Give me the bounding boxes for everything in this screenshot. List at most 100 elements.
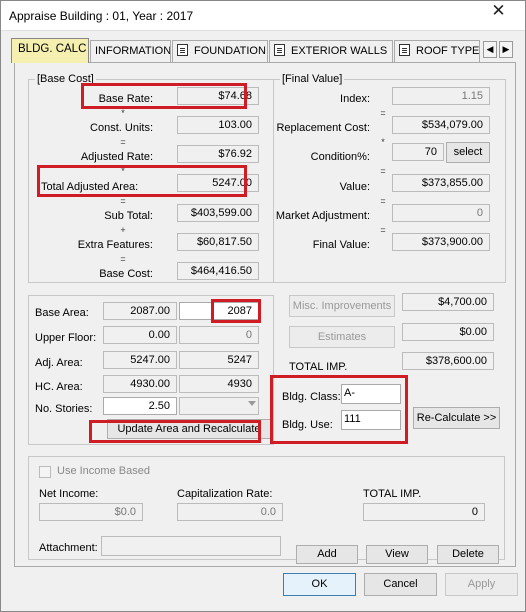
adj-area-label: Adj. Area:	[35, 357, 83, 369]
final-value-group: [Final Value] Index: 1.15 = Replacement …	[273, 73, 506, 283]
appraise-building-dialog: Appraise Building : 01, Year : 2017 ✕ BL…	[0, 0, 526, 612]
market-adjustment-field: 0	[392, 204, 490, 222]
index-field: 1.15	[392, 87, 490, 105]
replacement-cost-label: Replacement Cost:	[276, 122, 370, 134]
net-income-label: Net Income:	[39, 488, 99, 500]
tab-label: FOUNDATION	[194, 45, 266, 57]
update-area-button[interactable]: Update Area and Recalculate	[107, 419, 271, 439]
extra-features-field: $60,817.50	[177, 233, 259, 251]
hc-area-field: 4930.00	[103, 375, 177, 393]
total-imp-value: $378,600.00	[402, 352, 494, 370]
multiply-operator: *	[381, 137, 385, 147]
stories-dropdown[interactable]	[179, 397, 259, 415]
misc-improvements-value: $4,700.00	[402, 293, 494, 311]
hc-area-label: HC. Area:	[35, 381, 83, 393]
close-icon[interactable]: ✕	[477, 2, 520, 22]
bldg-calc-panel: [Base Cost] Base Rate: $74.68 * Const. U…	[14, 62, 516, 567]
tab-foundation[interactable]: FOUNDATION	[172, 40, 268, 62]
base-area-input[interactable]: 2087	[179, 302, 259, 320]
add-button[interactable]: Add	[296, 545, 358, 564]
net-income-field: $0.0	[39, 503, 143, 521]
hc-area-value: 4930	[179, 375, 259, 393]
bldg-use-label: Bldg. Use:	[282, 419, 333, 431]
income-group: Use Income Based Net Income: $0.0 Capita…	[28, 456, 505, 564]
income-total-imp-field: 0	[363, 503, 485, 521]
document-icon	[274, 44, 285, 56]
equals-operator: =	[380, 166, 386, 176]
base-rate-field: $74.68	[177, 87, 259, 105]
multiply-operator: *	[121, 108, 125, 118]
recalculate-button[interactable]: Re-Calculate >>	[413, 407, 500, 429]
base-cost-title: [Base Cost]	[35, 73, 96, 85]
index-label: Index:	[340, 93, 370, 105]
bldg-class-label: Bldg. Class:	[282, 391, 341, 403]
misc-improvements-button[interactable]: Misc. Improvements	[289, 295, 395, 317]
upper-floor-field: 0.00	[103, 326, 177, 344]
adjusted-rate-label: Adjusted Rate:	[80, 151, 153, 163]
total-imp-label: TOTAL IMP.	[289, 361, 348, 373]
final-value-label: Final Value:	[312, 239, 370, 251]
const-units-field: 103.00	[177, 116, 259, 134]
chevron-down-icon	[248, 401, 256, 406]
bldg-use-input[interactable]: 111	[341, 410, 401, 430]
equals-operator: =	[120, 196, 126, 206]
no-stories-input[interactable]: 2.50	[103, 397, 177, 415]
tab-scroll-right-icon[interactable]: ▶	[499, 41, 513, 58]
total-adjusted-area-field: 5247.00	[177, 174, 259, 192]
equals-operator: =	[120, 137, 126, 147]
tab-scroll-left-icon[interactable]: ◀	[483, 41, 497, 58]
final-value-title: [Final Value]	[280, 73, 345, 85]
base-area-field: 2087.00	[103, 302, 177, 320]
title-bar: Appraise Building : 01, Year : 2017 ✕	[1, 1, 525, 31]
adj-area-value: 5247	[179, 351, 259, 369]
bldg-class-input[interactable]: A-	[341, 384, 401, 404]
upper-floor-input[interactable]: 0	[179, 326, 259, 344]
base-cost-group: [Base Cost] Base Rate: $74.68 * Const. U…	[28, 73, 274, 283]
estimates-button[interactable]: Estimates	[289, 326, 395, 348]
replacement-cost-field: $534,079.00	[392, 116, 490, 134]
upper-floor-label: Upper Floor:	[35, 332, 97, 344]
view-button[interactable]: View	[366, 545, 428, 564]
apply-button[interactable]: Apply	[445, 573, 518, 596]
adj-area-field: 5247.00	[103, 351, 177, 369]
attachment-field[interactable]	[101, 536, 281, 556]
base-rate-label: Base Rate:	[98, 93, 153, 105]
delete-button[interactable]: Delete	[437, 545, 499, 564]
multiply-operator: *	[121, 166, 125, 176]
tab-label: INFORMATION	[95, 45, 171, 57]
condition-select-button[interactable]: select	[446, 142, 490, 163]
tab-label: EXTERIOR WALLS	[291, 45, 388, 57]
base-cost-label: Base Cost:	[99, 268, 153, 280]
extra-features-label: Extra Features:	[77, 239, 153, 251]
tab-information[interactable]: INFORMATION	[90, 40, 171, 62]
tab-bldg-calc[interactable]: BLDG. CALC	[11, 38, 89, 63]
tab-exterior-walls[interactable]: EXTERIOR WALLS	[269, 40, 393, 62]
tab-label: BLDG. CALC	[18, 43, 87, 55]
tab-roof-type[interactable]: ROOF TYPE	[394, 40, 480, 62]
tab-label: ROOF TYPE	[416, 45, 480, 57]
sub-total-field: $403,599.00	[177, 204, 259, 222]
cancel-button[interactable]: Cancel	[364, 573, 437, 596]
market-adjustment-label: Market Adjustment:	[275, 210, 370, 222]
tab-strip: BLDG. CALC INFORMATION FOUNDATION EXTERI…	[11, 38, 517, 63]
total-adjusted-area-label: Total Adjusted Area:	[41, 181, 139, 193]
adjusted-rate-field: $76.92	[177, 145, 259, 163]
value-field: $373,855.00	[392, 174, 490, 192]
estimates-value: $0.00	[402, 323, 494, 341]
final-value-field: $373,900.00	[392, 233, 490, 251]
equals-operator: =	[380, 225, 386, 235]
use-income-checkbox[interactable]	[39, 466, 51, 478]
window-title: Appraise Building : 01, Year : 2017	[9, 9, 194, 23]
income-total-imp-label: TOTAL IMP.	[363, 488, 422, 500]
use-income-label: Use Income Based	[57, 465, 150, 477]
ok-button[interactable]: OK	[283, 573, 356, 596]
equals-operator: =	[380, 108, 386, 118]
base-cost-field: $464,416.50	[177, 262, 259, 280]
document-icon	[177, 44, 188, 56]
plus-operator: +	[120, 225, 126, 235]
sub-total-label: Sub Total:	[104, 210, 153, 222]
cap-rate-label: Capitalization Rate:	[177, 488, 273, 500]
attachment-label: Attachment:	[39, 542, 98, 554]
condition-field: 70	[392, 143, 444, 161]
no-stories-label: No. Stories:	[35, 403, 93, 415]
